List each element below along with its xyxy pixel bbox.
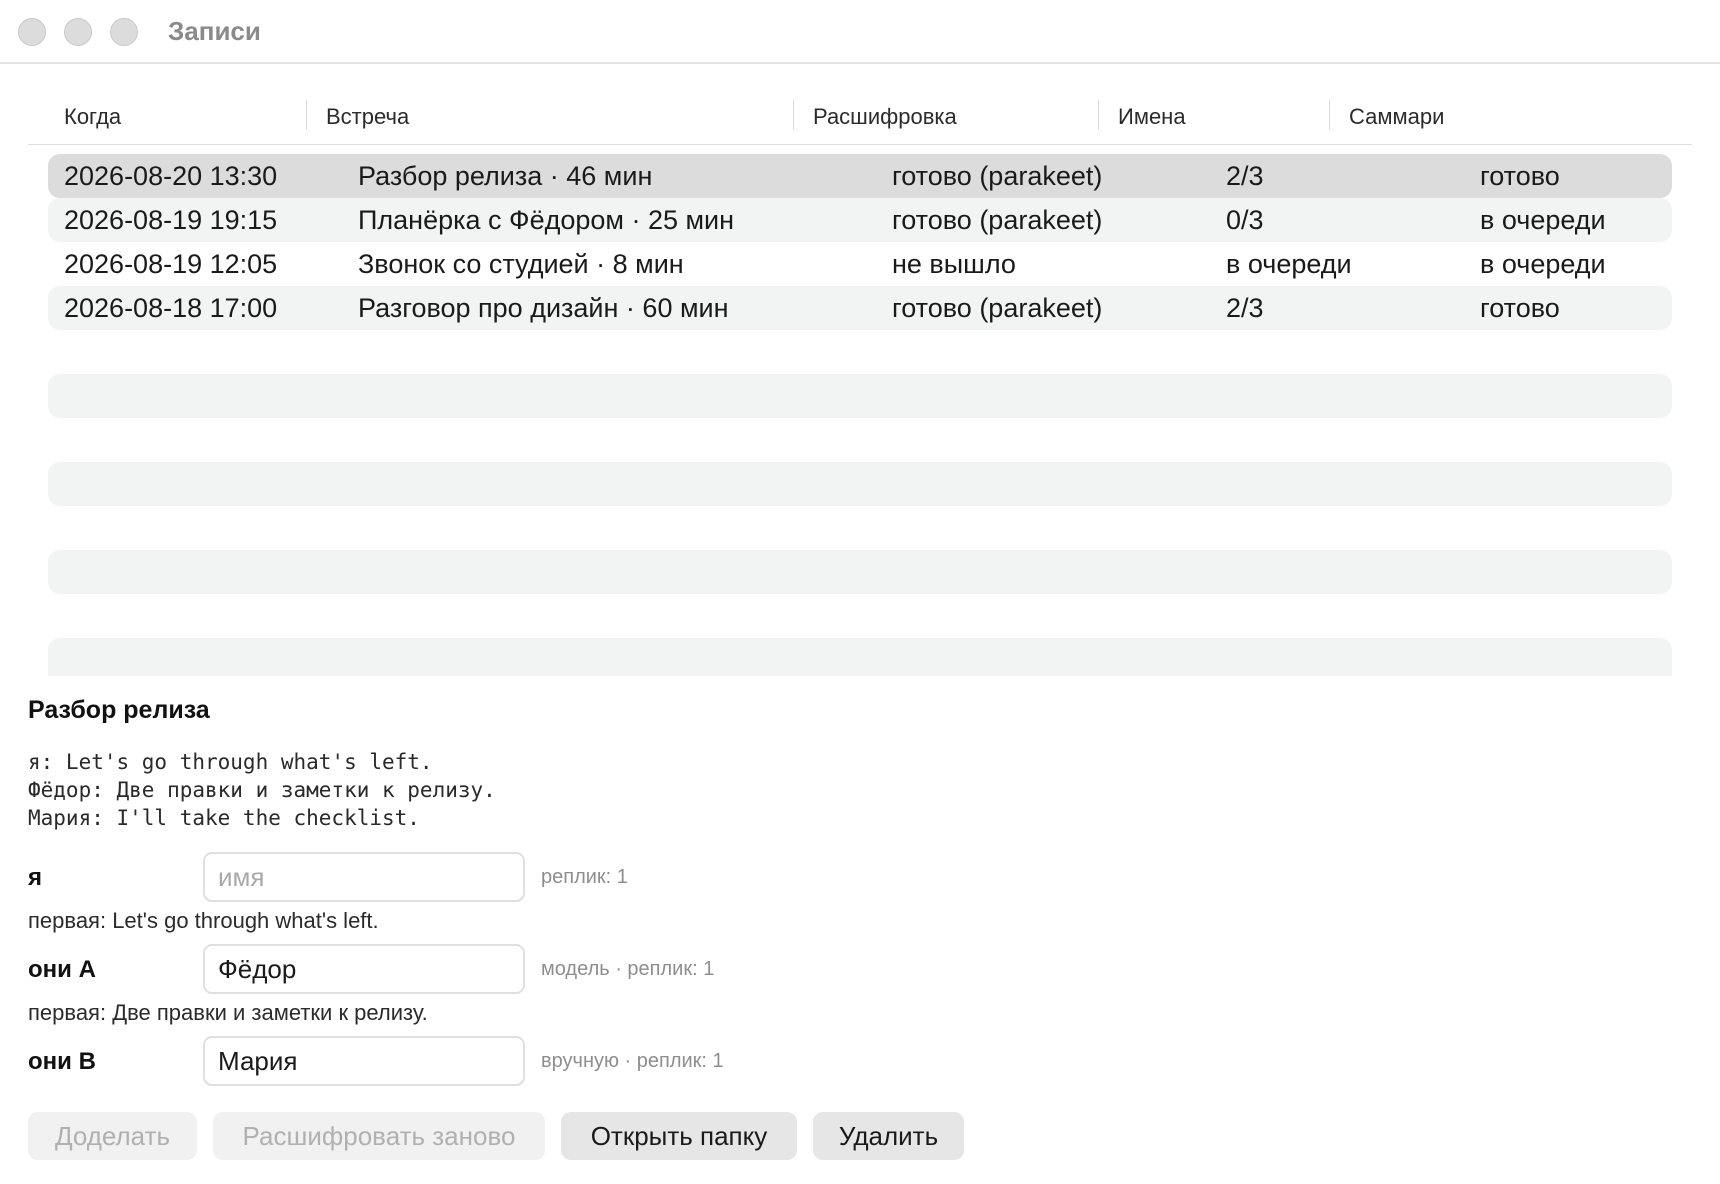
table-header: Когда Встреча Расшифровка Имена Саммари (28, 90, 1692, 145)
speaker-meta: модель · реплик: 1 (541, 958, 715, 980)
speaker-name-input[interactable] (203, 852, 525, 902)
cell-when: 2026-08-19 12:05 (64, 249, 278, 279)
column-header-summary[interactable]: Саммари (1349, 104, 1444, 130)
cell-transcript: не вышло (892, 249, 1016, 279)
speaker-meta: реплик: 1 (541, 866, 628, 888)
table-row[interactable]: 2026-08-19 19:15 Планёрка с Фёдором · 25… (48, 198, 1672, 242)
cell-summary: в очереди (1480, 249, 1606, 279)
recordings-table: Когда Встреча Расшифровка Имена Саммари (28, 90, 1692, 145)
cell-when: 2026-08-19 19:15 (64, 205, 278, 235)
delete-button[interactable]: Удалить (813, 1112, 964, 1160)
cell-meeting: Планёрка с Фёдором · 25 мин (358, 205, 735, 235)
cell-when: 2026-08-20 13:30 (64, 161, 278, 191)
cell-names: 0/3 (1226, 205, 1264, 235)
empty-row-stripe (48, 462, 1672, 506)
transcript-line: Фёдор: Две правки и заметки к релизу. (28, 778, 496, 802)
speaker-name-input[interactable] (203, 1036, 525, 1086)
column-divider[interactable] (1329, 100, 1330, 130)
empty-row-stripe (48, 638, 1672, 676)
cell-summary: готово (1480, 161, 1560, 191)
transcript-text[interactable]: я: Let's go through what's left. Фёдор: Д… (28, 748, 496, 832)
app-window: Записи Когда Встреча Расшифровка Имена С… (0, 0, 1720, 1184)
column-header-when[interactable]: Когда (64, 104, 121, 130)
open-folder-button[interactable]: Открыть папку (561, 1112, 797, 1160)
cell-transcript: готово (parakeet) (892, 205, 1103, 235)
retranscribe-button[interactable]: Расшифровать заново (213, 1112, 545, 1160)
speaker-first-line: первая: Let's go through what's left. (28, 908, 379, 933)
column-divider[interactable] (793, 100, 794, 130)
minimize-window-button[interactable] (64, 18, 92, 46)
cell-names: 2/3 (1226, 161, 1264, 191)
speaker-label: они А (28, 956, 96, 983)
column-header-names[interactable]: Имена (1118, 104, 1186, 130)
speaker-label: они B (28, 1048, 96, 1075)
title-bar: Записи (0, 0, 1720, 64)
transcript-line: Мария: I'll take the checklist. (28, 806, 420, 830)
table-row[interactable]: 2026-08-20 13:30 Разбор релиза · 46 мин … (48, 154, 1672, 198)
empty-row-stripe (48, 550, 1672, 594)
speaker-label: я (28, 864, 43, 891)
speaker-name-input[interactable] (203, 944, 525, 994)
cell-meeting: Разбор релиза · 46 мин (358, 161, 653, 191)
speaker-meta: вручную · реплик: 1 (541, 1050, 724, 1072)
column-divider[interactable] (306, 100, 307, 130)
close-window-button[interactable] (18, 18, 46, 46)
table-row[interactable]: 2026-08-18 17:00 Разговор про дизайн · 6… (48, 286, 1672, 330)
cell-transcript: готово (parakeet) (892, 161, 1103, 191)
cell-names: в очереди (1226, 249, 1352, 279)
redo-button[interactable]: Доделать (28, 1112, 197, 1160)
cell-when: 2026-08-18 17:00 (64, 293, 278, 323)
cell-names: 2/3 (1226, 293, 1264, 323)
window-title: Записи (168, 16, 261, 46)
speaker-first-line: первая: Две правки и заметки к релизу. (28, 1000, 428, 1025)
transcript-line: я: Let's go through what's left. (28, 750, 433, 774)
empty-row-stripe (48, 374, 1672, 418)
table-row[interactable]: 2026-08-19 12:05 Звонок со студией · 8 м… (48, 242, 1672, 286)
cell-meeting: Звонок со студией · 8 мин (358, 249, 684, 279)
cell-summary: в очереди (1480, 205, 1606, 235)
cell-summary: готово (1480, 293, 1560, 323)
column-header-transcript[interactable]: Расшифровка (813, 104, 957, 130)
zoom-window-button[interactable] (110, 18, 138, 46)
detail-title: Разбор релиза (28, 696, 210, 724)
cell-transcript: готово (parakeet) (892, 293, 1103, 323)
table-body: 2026-08-20 13:30 Разбор релиза · 46 мин … (48, 154, 1672, 330)
column-header-meeting[interactable]: Встреча (326, 104, 409, 130)
cell-meeting: Разговор про дизайн · 60 мин (358, 293, 729, 323)
column-divider[interactable] (1098, 100, 1099, 130)
